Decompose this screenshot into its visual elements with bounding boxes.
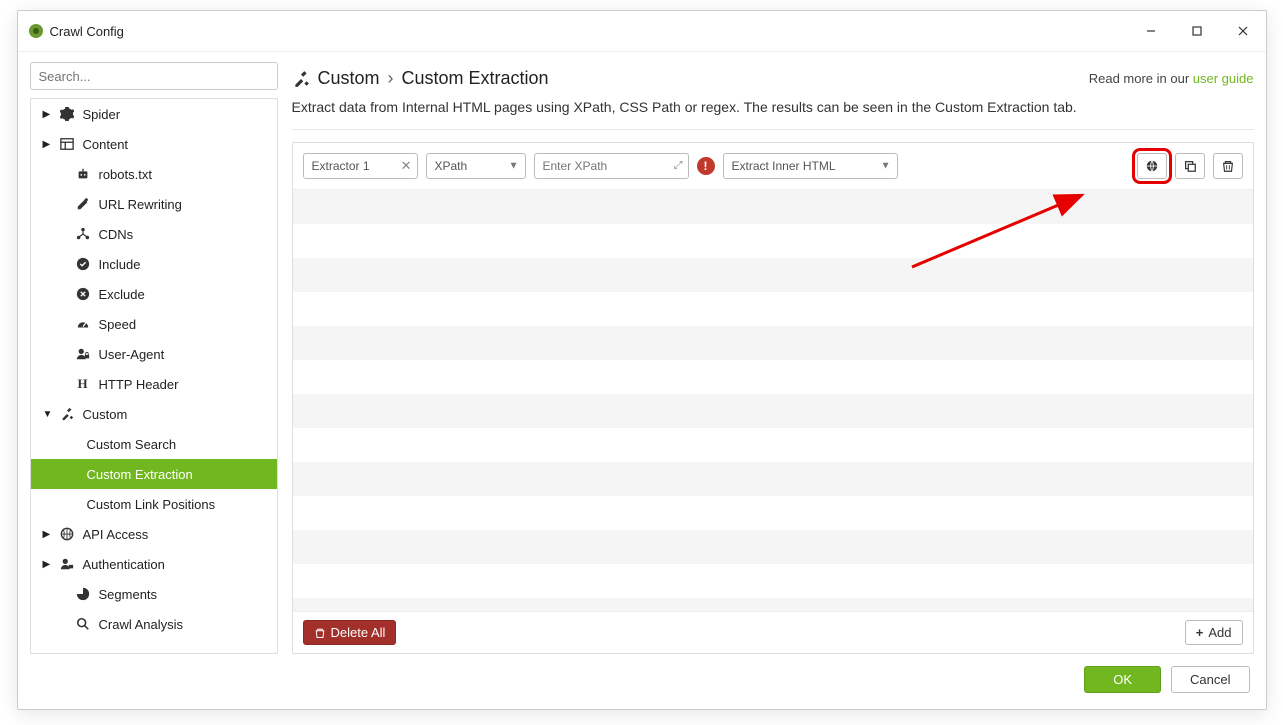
sidebar-item-crawl-analysis[interactable]: ▶ Crawl Analysis (31, 609, 277, 639)
sidebar-item-custom[interactable]: ▼ Custom (31, 399, 277, 429)
browser-preview-button[interactable] (1137, 153, 1167, 179)
breadcrumb: Custom › Custom Extraction (292, 68, 549, 89)
delete-row-button[interactable] (1213, 153, 1243, 179)
user-lock-icon (75, 346, 91, 362)
xpath-input[interactable] (534, 153, 689, 179)
sidebar-item-label: Segments (99, 587, 158, 602)
main-panel: Custom › Custom Extraction Read more in … (292, 62, 1254, 654)
chevron-right-icon: ▶ (43, 139, 53, 150)
tools-icon (292, 70, 310, 88)
plus-icon: + (1196, 625, 1204, 640)
edit-icon (75, 196, 91, 212)
sidebar-item-content[interactable]: ▶ Content (31, 129, 277, 159)
sidebar-item-spider[interactable]: ▶ Spider (31, 99, 277, 129)
sidebar-item-label: Spider (83, 107, 121, 122)
maximize-button[interactable] (1174, 17, 1220, 45)
chevron-right-icon: ▶ (43, 529, 53, 540)
user-lock-icon (59, 556, 75, 572)
extractor-row: ✕ XPath ▼ ⤢ ! Extract Inner HTML ▼ (293, 143, 1253, 190)
sidebar-item-label: Authentication (83, 557, 165, 572)
breadcrumb-separator: › (388, 68, 394, 89)
page-description: Extract data from Internal HTML pages us… (292, 99, 1254, 130)
sidebar-item-label: URL Rewriting (99, 197, 182, 212)
sidebar-item-speed[interactable]: ▶ Speed (31, 309, 277, 339)
ok-button[interactable]: OK (1084, 666, 1161, 693)
sidebar-item-label: CDNs (99, 227, 134, 242)
sidebar-item-label: Custom Extraction (87, 467, 193, 482)
sidebar-item-custom-extraction[interactable]: ▶ Custom Extraction (31, 459, 277, 489)
sidebar-item-label: Include (99, 257, 141, 272)
crawl-config-window: Crawl Config ▶ Spider ▶ (17, 10, 1267, 710)
breadcrumb-current: Custom Extraction (402, 68, 549, 89)
sidebar-item-label: Content (83, 137, 129, 152)
header-icon: H (75, 376, 91, 392)
titlebar: Crawl Config (18, 11, 1266, 52)
sidebar-item-exclude[interactable]: ▶ Exclude (31, 279, 277, 309)
layout-icon (59, 136, 75, 152)
chevron-down-icon: ▼ (881, 161, 891, 172)
sidebar-item-robots[interactable]: ▶ robots.txt (31, 159, 277, 189)
x-circle-icon (75, 286, 91, 302)
sidebar: ▶ Spider ▶ Content ▶ robots.txt ▶ (30, 62, 278, 654)
sidebar-item-label: Custom (83, 407, 128, 422)
tools-icon (59, 406, 75, 422)
check-circle-icon (75, 256, 91, 272)
sidebar-item-label: Custom Search (87, 437, 177, 452)
sidebar-item-label: API Access (83, 527, 149, 542)
window-title: Crawl Config (50, 24, 1128, 39)
gauge-icon (75, 316, 91, 332)
user-guide-link[interactable]: user guide (1193, 71, 1254, 86)
sidebar-item-custom-search[interactable]: ▶ Custom Search (31, 429, 277, 459)
expand-icon[interactable]: ⤢ (674, 160, 683, 173)
dialog-footer: OK Cancel (18, 654, 1266, 709)
method-select[interactable]: XPath ▼ (426, 153, 526, 179)
globe-icon (59, 526, 75, 542)
search-input[interactable] (30, 62, 278, 90)
sidebar-item-authentication[interactable]: ▶ Authentication (31, 549, 277, 579)
robot-icon (75, 166, 91, 182)
sidebar-item-label: User-Agent (99, 347, 165, 362)
sidebar-item-label: Custom Link Positions (87, 497, 216, 512)
sidebar-item-label: HTTP Header (99, 377, 179, 392)
pie-icon (75, 586, 91, 602)
sidebar-item-api-access[interactable]: ▶ API Access (31, 519, 277, 549)
sidebar-item-http-header[interactable]: ▶ H HTTP Header (31, 369, 277, 399)
cancel-button[interactable]: Cancel (1171, 666, 1249, 693)
breadcrumb-parent: Custom (318, 68, 380, 89)
clear-icon[interactable]: ✕ (401, 158, 412, 174)
nav-tree: ▶ Spider ▶ Content ▶ robots.txt ▶ (30, 98, 278, 654)
empty-rows-area (293, 190, 1253, 611)
extract-type-select[interactable]: Extract Inner HTML ▼ (723, 153, 898, 179)
chevron-down-icon: ▼ (509, 161, 519, 172)
sidebar-item-label: Speed (99, 317, 137, 332)
sidebar-item-segments[interactable]: ▶ Segments (31, 579, 277, 609)
close-button[interactable] (1220, 17, 1266, 45)
duplicate-button[interactable] (1175, 153, 1205, 179)
gear-icon (59, 106, 75, 122)
delete-all-button[interactable]: Delete All (303, 620, 397, 645)
extractor-list: ✕ XPath ▼ ⤢ ! Extract Inner HTML ▼ (292, 142, 1254, 654)
sidebar-item-user-agent[interactable]: ▶ User-Agent (31, 339, 277, 369)
method-select-value: XPath (435, 159, 468, 173)
sidebar-item-label: robots.txt (99, 167, 152, 182)
sidebar-item-include[interactable]: ▶ Include (31, 249, 277, 279)
extract-type-value: Extract Inner HTML (732, 159, 836, 173)
network-icon (75, 226, 91, 242)
sidebar-item-cdns[interactable]: ▶ CDNs (31, 219, 277, 249)
minimize-button[interactable] (1128, 17, 1174, 45)
add-button[interactable]: + Add (1185, 620, 1243, 645)
chevron-right-icon: ▶ (43, 559, 53, 570)
chevron-down-icon: ▼ (43, 409, 53, 420)
sidebar-item-label: Exclude (99, 287, 145, 302)
warning-icon: ! (697, 157, 715, 175)
sidebar-item-label: Crawl Analysis (99, 617, 184, 632)
app-icon (28, 23, 44, 39)
sidebar-item-url-rewriting[interactable]: ▶ URL Rewriting (31, 189, 277, 219)
read-more-text: Read more in our user guide (1089, 71, 1254, 86)
search-icon (75, 616, 91, 632)
sidebar-item-custom-link-positions[interactable]: ▶ Custom Link Positions (31, 489, 277, 519)
chevron-right-icon: ▶ (43, 109, 53, 120)
